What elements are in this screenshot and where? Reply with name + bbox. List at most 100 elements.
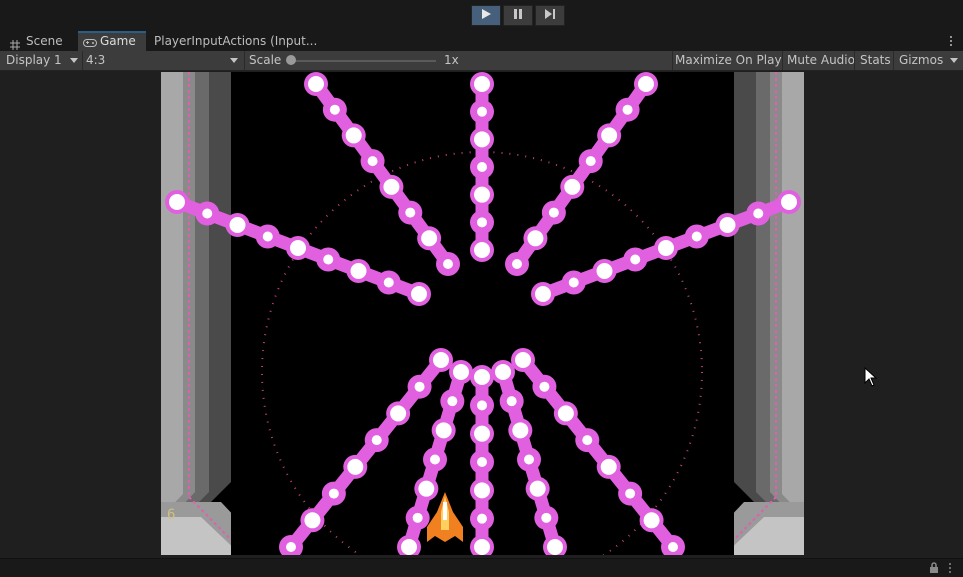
bullet	[401, 539, 417, 555]
bullet	[600, 458, 617, 475]
bullet	[495, 364, 511, 380]
bullet	[625, 488, 636, 499]
bullet	[557, 405, 574, 422]
bullet	[477, 513, 487, 524]
scale-label: Scale	[249, 53, 282, 67]
tab-game[interactable]: Game	[78, 31, 146, 51]
bullet	[414, 381, 425, 392]
stats-toggle[interactable]: Stats	[860, 51, 891, 70]
bullet	[474, 482, 490, 499]
view-tab-bar: Scene Game PlayerInputActions (Input...	[0, 31, 963, 52]
bullet	[290, 240, 306, 256]
bullet	[477, 217, 487, 228]
bullet	[753, 208, 764, 219]
bullet	[630, 254, 641, 265]
bullet	[474, 131, 490, 148]
play-button[interactable]	[471, 5, 501, 26]
bullet	[474, 369, 490, 385]
bullet	[435, 422, 452, 439]
bullet	[371, 435, 382, 446]
bullet	[286, 542, 296, 552]
bullet	[658, 240, 674, 256]
gizmos-dropdown[interactable]: Gizmos	[899, 51, 961, 70]
bullet	[585, 156, 596, 167]
bullet	[474, 539, 490, 555]
bullet	[512, 259, 522, 269]
bullet	[304, 512, 321, 529]
bullet	[202, 208, 213, 219]
bullet	[474, 242, 490, 258]
bullet	[418, 480, 435, 497]
bullet	[781, 194, 797, 210]
maximize-on-play-toggle[interactable]: Maximize On Play	[675, 51, 782, 70]
game-view-toolbar: Display 1 4:3 Scale 1x Maximize On Play …	[0, 51, 963, 71]
aspect-dropdown[interactable]: 4:3	[86, 51, 242, 70]
bullet	[515, 352, 531, 368]
pause-button[interactable]	[503, 5, 533, 26]
mute-audio-toggle[interactable]: Mute Audio	[787, 51, 855, 70]
bullet	[433, 352, 449, 368]
play-mode-bar	[0, 0, 963, 31]
tab-game-label: Game	[100, 34, 136, 48]
bullet	[568, 277, 579, 288]
step-icon	[544, 8, 556, 23]
bullet	[622, 104, 633, 115]
bullet	[383, 277, 394, 288]
status-menu-kebab-icon[interactable]	[948, 562, 952, 577]
bullet	[474, 425, 490, 442]
tab-scene-label: Scene	[26, 34, 63, 48]
bullet	[383, 178, 400, 195]
bullet	[535, 286, 551, 302]
bullet	[643, 512, 660, 529]
bullet	[345, 127, 362, 144]
bullet	[453, 364, 469, 380]
pause-icon	[512, 8, 524, 23]
bullet	[421, 230, 438, 247]
bullet	[169, 194, 185, 210]
bullet	[668, 542, 678, 552]
bullet	[477, 162, 487, 172]
bullet	[477, 457, 487, 467]
bullet	[229, 217, 246, 233]
tab-scene[interactable]: Scene	[4, 31, 76, 51]
bullet	[564, 178, 581, 195]
tab-menu-kebab-icon[interactable]	[944, 31, 958, 51]
bullet	[601, 127, 618, 144]
bullet	[474, 76, 490, 92]
bullet	[405, 207, 416, 218]
mouse-cursor-icon	[864, 366, 878, 390]
bullet	[430, 454, 440, 465]
bullet	[329, 104, 340, 115]
bullet	[308, 76, 324, 92]
lock-icon[interactable]	[929, 562, 939, 577]
aspect-dropdown-label: 4:3	[86, 53, 106, 67]
bullet	[548, 207, 559, 218]
bullet	[527, 230, 544, 247]
bullet	[477, 106, 487, 117]
bullet	[596, 263, 613, 279]
scale-slider-thumb[interactable]	[286, 55, 296, 65]
game-viewport[interactable]: 6	[161, 72, 804, 555]
play-icon	[480, 8, 492, 23]
bullet	[691, 231, 702, 242]
bullet	[474, 186, 490, 203]
bullet	[447, 396, 458, 407]
step-button[interactable]	[535, 5, 565, 26]
bullet	[638, 76, 654, 92]
bullet	[524, 454, 534, 465]
bullet	[323, 254, 334, 265]
gizmos-label: Gizmos	[899, 53, 944, 67]
tab-input-label: PlayerInputActions (Input...	[154, 34, 318, 48]
bullet	[411, 286, 427, 302]
scale-slider[interactable]	[286, 51, 438, 70]
bullet	[719, 217, 736, 233]
tab-player-input-actions[interactable]: PlayerInputActions (Input...	[154, 31, 324, 51]
bullet	[367, 156, 378, 167]
bullet	[539, 381, 550, 392]
bullet	[529, 480, 546, 497]
bullet	[547, 539, 563, 555]
status-bar	[0, 558, 963, 577]
bullet	[477, 400, 487, 411]
display-dropdown[interactable]: Display 1	[6, 51, 80, 70]
bullet	[443, 259, 453, 269]
